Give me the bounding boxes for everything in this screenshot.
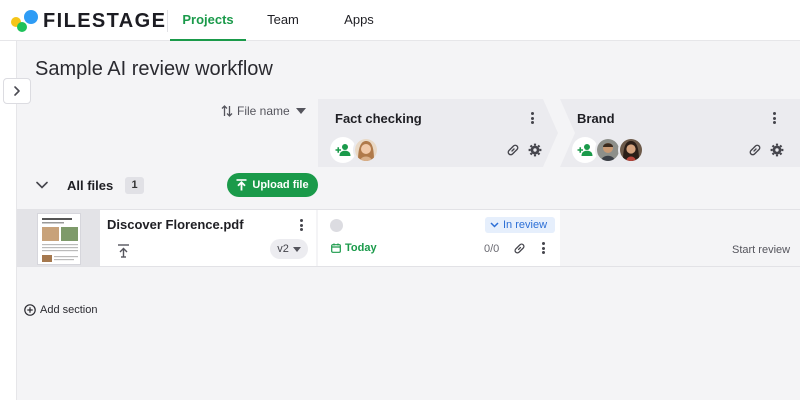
comment-count: 0/0 — [484, 243, 500, 255]
step-header-brand: Brand — [560, 99, 800, 167]
logo-text: FILESTAGE — [43, 9, 167, 32]
review-status-dropdown[interactable]: In review — [485, 217, 555, 233]
sort-label: File name — [237, 104, 290, 118]
upload-new-version-icon[interactable] — [117, 244, 130, 258]
tab-apps[interactable]: Apps — [336, 0, 382, 41]
file-menu-icon[interactable] — [294, 217, 308, 233]
review-status-label: In review — [503, 219, 548, 231]
chevron-down-icon — [490, 222, 499, 228]
step-reviewers — [330, 137, 379, 163]
step-tools — [506, 143, 542, 157]
file-thumbnail-column — [17, 210, 100, 266]
version-label: v2 — [277, 243, 289, 255]
settings-gear-icon[interactable] — [528, 143, 542, 157]
chevron-right-icon — [14, 86, 20, 96]
expand-sidebar-button[interactable] — [3, 78, 31, 104]
step-menu-icon[interactable] — [767, 110, 781, 126]
sort-control[interactable]: File name — [221, 104, 306, 118]
tab-team[interactable]: Team — [260, 0, 306, 41]
filestage-logo[interactable]: FILESTAGE — [11, 8, 166, 34]
upload-file-button[interactable]: Upload file — [227, 173, 318, 197]
step-header-fact-checking: Fact checking — [318, 99, 558, 167]
version-selector[interactable]: v2 — [270, 239, 308, 259]
link-icon[interactable] — [748, 143, 762, 157]
due-date[interactable]: Today — [331, 242, 377, 254]
file-card[interactable]: Discover Florence.pdf v2 — [100, 210, 316, 266]
upload-icon — [236, 179, 247, 191]
calendar-icon — [331, 243, 341, 253]
file-thumbnail[interactable] — [37, 213, 81, 265]
reviewer-avatar[interactable] — [618, 137, 644, 163]
review-status-indicator — [330, 219, 343, 232]
collapse-section-chevron-icon[interactable] — [36, 181, 48, 189]
add-user-icon — [335, 144, 350, 156]
step-title: Brand — [577, 111, 615, 126]
section-name: All files — [67, 178, 114, 193]
top-navigation: FILESTAGE Projects Team Apps — [0, 0, 800, 41]
file-name[interactable]: Discover Florence.pdf — [107, 217, 244, 232]
add-section-button[interactable]: Add section — [24, 304, 97, 316]
logo-mark-icon — [11, 9, 39, 33]
file-count-badge: 1 — [125, 177, 144, 194]
add-circle-icon — [24, 304, 36, 316]
settings-gear-icon[interactable] — [770, 143, 784, 157]
upload-file-label: Upload file — [252, 179, 309, 191]
nav-divider — [167, 10, 168, 32]
sort-icon — [221, 105, 233, 117]
caret-down-icon — [295, 108, 306, 114]
link-icon[interactable] — [513, 242, 526, 255]
step-tools — [748, 143, 784, 157]
review-step-cell[interactable]: In review Today 0/0 — [318, 210, 560, 266]
caret-down-icon — [292, 246, 301, 252]
file-row: Discover Florence.pdf v2 In review Today… — [17, 209, 800, 267]
review-menu-icon[interactable] — [536, 240, 550, 256]
due-date-label: Today — [345, 242, 377, 254]
start-review-button[interactable]: Start review — [732, 244, 790, 256]
tab-projects[interactable]: Projects — [170, 0, 246, 41]
step-reviewers — [572, 137, 644, 163]
reviewer-avatar[interactable] — [353, 137, 379, 163]
add-section-label: Add section — [40, 304, 98, 316]
page-title: Sample AI review workflow — [35, 58, 273, 80]
step-title: Fact checking — [335, 111, 422, 126]
add-user-icon — [577, 144, 592, 156]
link-icon[interactable] — [506, 143, 520, 157]
step-menu-icon[interactable] — [525, 110, 539, 126]
section-header: All files 1 Upload file — [17, 170, 800, 208]
